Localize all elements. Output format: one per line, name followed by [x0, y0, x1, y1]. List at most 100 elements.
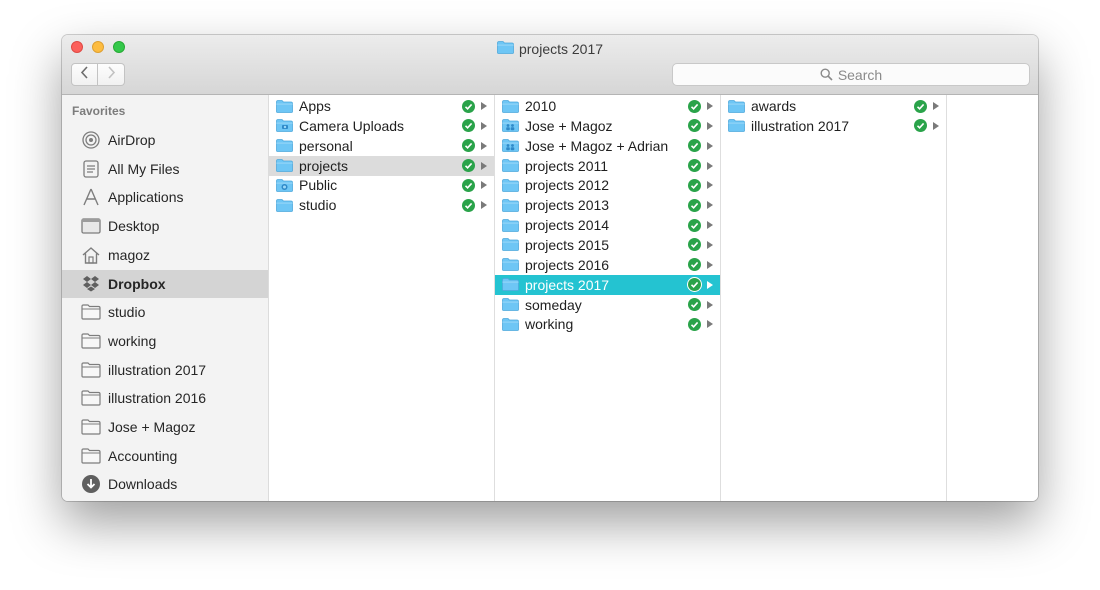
file-row[interactable]: projects 2016: [495, 255, 720, 275]
sidebar-item-label: working: [108, 332, 157, 349]
file-name: projects: [299, 157, 349, 174]
file-row[interactable]: projects 2012: [495, 175, 720, 195]
file-name: projects 2014: [525, 217, 610, 234]
column-dropbox[interactable]: Apps Camera Uploads personal projects Public…: [269, 95, 495, 501]
file-name: someday: [525, 296, 582, 313]
disclosure-arrow-icon[interactable]: [707, 320, 713, 329]
folder-icon: [502, 178, 519, 192]
sidebar-item-applications[interactable]: Applications: [62, 183, 268, 211]
disclosure-arrow-icon[interactable]: [707, 201, 713, 210]
disclosure-arrow-icon[interactable]: [707, 240, 713, 249]
disclosure-arrow-icon[interactable]: [933, 102, 939, 110]
file-name: working: [525, 316, 574, 333]
disclosure-arrow-icon[interactable]: [707, 221, 713, 230]
sidebar-item-dropbox[interactable]: Dropbox: [62, 269, 268, 298]
folder-icon: [502, 159, 519, 173]
file-row[interactable]: someday: [495, 295, 720, 315]
file-row[interactable]: Public: [269, 175, 494, 195]
file-row[interactable]: projects 2011: [495, 156, 720, 176]
sidebar-item-label: Applications: [108, 189, 184, 206]
disclosure-arrow-icon[interactable]: [481, 121, 487, 130]
file-name: Jose + Magoz: [525, 117, 613, 134]
disclosure-arrow-icon[interactable]: [707, 121, 713, 130]
disclosure-arrow-icon[interactable]: [481, 161, 487, 170]
file-row[interactable]: working: [495, 314, 720, 334]
sync-status-icon: [462, 198, 475, 212]
disclosure-arrow-icon[interactable]: [707, 300, 713, 309]
window-title-text: projects 2017: [518, 41, 604, 57]
file-row[interactable]: projects 2013: [495, 195, 720, 215]
disclosure-arrow-icon[interactable]: [707, 280, 713, 289]
disclosure-arrow-icon[interactable]: [481, 201, 487, 210]
shared-folder-icon: [502, 119, 519, 133]
disclosure-arrow-icon[interactable]: [707, 161, 713, 170]
forward-button[interactable]: [98, 63, 125, 86]
finder-window: projects 2017 Search Favorites AirDrop Al…: [62, 35, 1038, 501]
file-row[interactable]: studio: [269, 195, 494, 215]
sidebar-item-illustration-2016[interactable]: illustration 2016: [62, 384, 268, 412]
sidebar-item-working[interactable]: working: [62, 327, 268, 355]
disclosure-arrow-icon[interactable]: [481, 102, 487, 110]
chevron-left-icon: [80, 66, 89, 83]
sidebar-item-illustration-2017[interactable]: illustration 2017: [62, 356, 268, 384]
file-row[interactable]: Jose + Magoz: [495, 116, 720, 136]
file-row[interactable]: Camera Uploads: [269, 116, 494, 136]
sync-status-icon: [688, 298, 701, 311]
folder-icon: [80, 417, 102, 437]
folder-icon: [276, 99, 293, 113]
disclosure-arrow-icon[interactable]: [481, 141, 487, 150]
sidebar-item-airdrop[interactable]: AirDrop: [62, 126, 268, 154]
sync-status-icon: [688, 218, 701, 232]
shared-folder-icon: [502, 139, 519, 153]
sidebar-item-studio[interactable]: studio: [62, 298, 268, 326]
sync-status-icon: [688, 119, 701, 133]
disclosure-arrow-icon[interactable]: [707, 181, 713, 190]
home-icon: [80, 245, 102, 265]
disclosure-arrow-icon[interactable]: [481, 181, 487, 190]
sync-status-icon: [462, 119, 475, 133]
column-projects-2017[interactable]: awards illustration 2017: [721, 95, 947, 501]
disclosure-arrow-icon[interactable]: [933, 121, 939, 130]
folder-icon: [80, 446, 102, 466]
file-row[interactable]: projects 2017: [495, 274, 720, 295]
file-row[interactable]: personal: [269, 136, 494, 156]
folder-icon: [497, 39, 514, 59]
file-row[interactable]: Jose + Magoz + Adrian: [495, 136, 720, 156]
title-bar: projects 2017 Search: [62, 35, 1038, 95]
file-row[interactable]: Apps: [269, 96, 494, 116]
disclosure-arrow-icon[interactable]: [707, 102, 713, 110]
sidebar-item-label: Accounting: [108, 447, 178, 464]
sidebar-item-desktop[interactable]: Desktop: [62, 212, 268, 240]
file-name: Apps: [299, 98, 331, 114]
chevron-right-icon: [107, 66, 116, 83]
sidebar-item-all-my-files[interactable]: All My Files: [62, 155, 268, 183]
file-name: projects 2016: [525, 256, 610, 273]
folder-icon: [276, 198, 293, 212]
sidebar-item-downloads[interactable]: Downloads: [62, 470, 268, 498]
back-button[interactable]: [71, 63, 98, 86]
folder-icon: [728, 119, 745, 133]
sync-status-icon: [688, 139, 701, 153]
sidebar-item-jose-magoz[interactable]: Jose + Magoz: [62, 413, 268, 441]
file-row[interactable]: 2010: [495, 96, 720, 116]
airdrop-icon: [80, 130, 102, 150]
sidebar-item-label: studio: [108, 304, 146, 321]
file-name: Camera Uploads: [299, 117, 405, 134]
sync-status-icon: [914, 99, 927, 113]
sidebar-item-accounting[interactable]: Accounting: [62, 442, 268, 470]
disclosure-arrow-icon[interactable]: [707, 141, 713, 150]
column-projects[interactable]: 2010 Jose + Magoz Jose + Magoz + Adrian pro…: [495, 95, 721, 501]
sync-status-icon: [688, 198, 701, 212]
file-row[interactable]: projects 2015: [495, 235, 720, 255]
folder-icon: [502, 238, 519, 252]
disclosure-arrow-icon[interactable]: [707, 260, 713, 269]
column-empty[interactable]: [947, 95, 1038, 501]
file-row[interactable]: illustration 2017: [721, 116, 946, 136]
folder-icon: [502, 99, 519, 113]
file-name: Jose + Magoz + Adrian: [525, 137, 669, 154]
file-row[interactable]: projects 2014: [495, 215, 720, 235]
sidebar-item-magoz[interactable]: magoz: [62, 241, 268, 269]
search-field[interactable]: Search: [672, 63, 1030, 86]
file-row[interactable]: projects: [269, 155, 494, 176]
file-row[interactable]: awards: [721, 96, 946, 116]
